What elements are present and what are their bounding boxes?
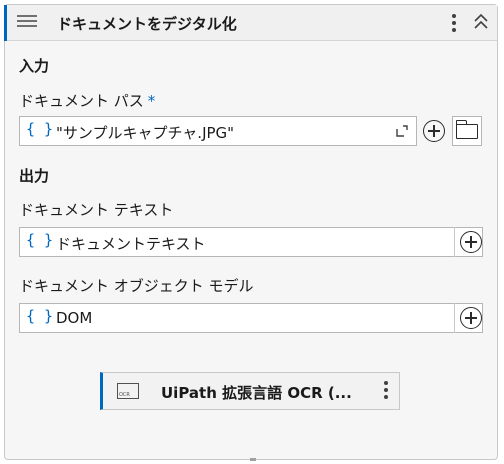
header-accent-bar (4, 5, 7, 41)
connector-tick (250, 458, 256, 461)
expression-brace-icon[interactable]: { } (26, 231, 53, 249)
document-text-value[interactable]: ドキュメントテキスト (56, 233, 206, 254)
document-object-model-field[interactable]: { } DOM (19, 303, 483, 333)
folder-icon (455, 120, 478, 139)
output-section-title: 出力 (19, 167, 50, 185)
browse-folder-button[interactable] (452, 116, 482, 146)
document-path-value[interactable]: "サンプルキャプチャ.JPG" (56, 122, 234, 143)
field-divider (454, 227, 455, 257)
add-variable-plus-icon[interactable] (460, 307, 482, 329)
document-text-label: ドキュメント テキスト (19, 201, 174, 219)
ocr-engine-activity[interactable]: OCR UiPath 拡張言語 OCR (... (100, 372, 400, 410)
document-path-field[interactable]: { } "サンプルキャプチャ.JPG" (19, 116, 417, 146)
document-object-model-label: ドキュメント オブジェクト モデル (19, 277, 254, 295)
input-section-title: 入力 (19, 57, 50, 75)
add-variable-plus-icon[interactable] (423, 120, 445, 142)
more-options-icon[interactable] (451, 14, 457, 35)
document-path-label: ドキュメント パス * (19, 90, 155, 111)
document-object-model-value[interactable]: DOM (56, 309, 92, 327)
expression-brace-icon[interactable]: { } (26, 120, 53, 138)
ocr-engine-icon: OCR (117, 383, 139, 399)
ocr-icon-text: OCR (119, 392, 130, 398)
document-path-label-text: ドキュメント パス (19, 92, 144, 110)
add-variable-plus-icon[interactable] (460, 231, 482, 253)
more-options-icon[interactable] (383, 381, 389, 402)
collapse-chevron-icon[interactable] (473, 13, 489, 34)
expand-editor-icon[interactable] (396, 125, 408, 137)
document-text-field[interactable]: { } ドキュメントテキスト (19, 227, 483, 257)
drag-handle-icon[interactable] (17, 15, 37, 31)
activity-title[interactable]: ドキュメントをデジタル化 (57, 13, 237, 34)
field-divider (454, 303, 455, 333)
required-mark: * (147, 92, 156, 110)
ocr-engine-name[interactable]: UiPath 拡張言語 OCR (... (161, 382, 352, 403)
activity-header[interactable]: ドキュメントをデジタル化 (4, 5, 497, 41)
expression-brace-icon[interactable]: { } (26, 307, 53, 325)
